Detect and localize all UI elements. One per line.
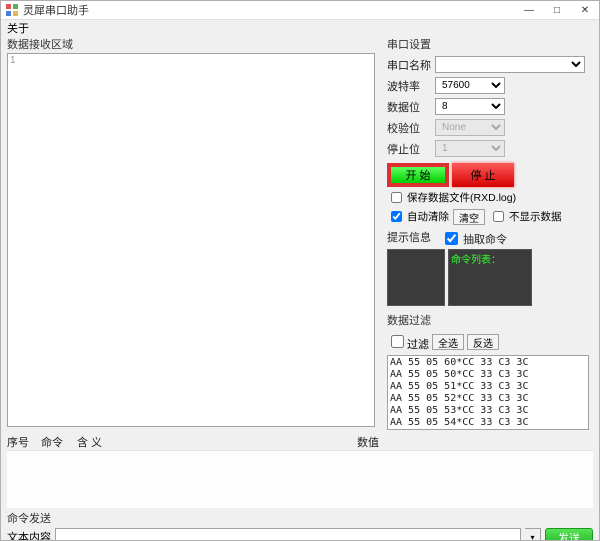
send-history-dropdown[interactable]: ▾	[525, 528, 541, 541]
clear-button[interactable]: 清空	[453, 209, 485, 225]
send-input[interactable]	[55, 528, 521, 541]
auto-clear-checkbox[interactable]: 自动清除	[387, 208, 449, 225]
filter-line: AA 55 05 52*CC 33 C3 3C	[390, 393, 586, 405]
minimize-button[interactable]: —	[515, 1, 543, 19]
sender-section-label: 命令发送	[7, 510, 593, 526]
tip-box	[387, 249, 445, 306]
filter-section-label: 数据过滤	[387, 312, 593, 328]
recv-section-label: 数据接收区域	[7, 36, 375, 52]
select-all-button[interactable]: 全选	[432, 334, 464, 350]
filter-line: AA 55 05 54*CC 33 C3 3C	[390, 417, 586, 429]
databits-select[interactable]: 8	[435, 98, 505, 115]
tip-label: 提示信息	[387, 229, 431, 248]
filter-line: AA 55 05 60*CC 33 C3 3C	[390, 357, 586, 369]
cmd-list-box: 命令列表：	[448, 249, 532, 306]
baud-select[interactable]: 57600	[435, 77, 505, 94]
start-button[interactable]: 开 始	[387, 163, 449, 187]
send-button[interactable]: 发送	[545, 528, 593, 541]
save-file-checkbox[interactable]: 保存数据文件(RXD.log)	[387, 189, 516, 206]
no-show-checkbox[interactable]: 不显示数据	[489, 208, 562, 225]
port-name-label: 串口名称	[387, 57, 435, 73]
maximize-button[interactable]: □	[543, 1, 571, 19]
baud-label: 波特率	[387, 78, 435, 94]
data-table-body[interactable]	[7, 450, 593, 508]
col-mean: 含 义	[77, 434, 357, 450]
col-seq: 序号	[7, 434, 41, 450]
filter-line: AA 55 05 53*CC 33 C3 3C	[390, 405, 586, 417]
app-icon	[5, 3, 19, 17]
col-cmd: 命令	[41, 434, 77, 450]
close-button[interactable]: ✕	[571, 1, 599, 19]
line-number: 1	[10, 55, 16, 66]
port-name-select[interactable]	[435, 56, 585, 73]
filter-checkbox[interactable]: 过滤	[387, 332, 429, 352]
col-val: 数值	[357, 434, 593, 450]
stopbits-select: 1	[435, 140, 505, 157]
stop-button[interactable]: 停 止	[452, 163, 514, 187]
serial-section-label: 串口设置	[387, 36, 593, 52]
databits-label: 数据位	[387, 99, 435, 115]
filter-line: AA 55 05 50*CC 33 C3 3C	[390, 369, 586, 381]
filter-list[interactable]: AA 55 05 60*CC 33 C3 3C AA 55 05 50*CC 3…	[387, 355, 589, 430]
menu-about[interactable]: 关于	[7, 20, 29, 36]
extract-checkbox[interactable]: 抽取命令	[441, 229, 507, 248]
text-content-label: 文本内容	[7, 529, 51, 541]
parity-select: None	[435, 119, 505, 136]
filter-line: AA 55 05 51*CC 33 C3 3C	[390, 381, 586, 393]
recv-textarea[interactable]: 1	[7, 53, 375, 427]
stopbits-label: 停止位	[387, 141, 435, 157]
invert-select-button[interactable]: 反选	[467, 334, 499, 350]
parity-label: 校验位	[387, 120, 435, 136]
window-title: 灵犀串口助手	[23, 2, 89, 18]
